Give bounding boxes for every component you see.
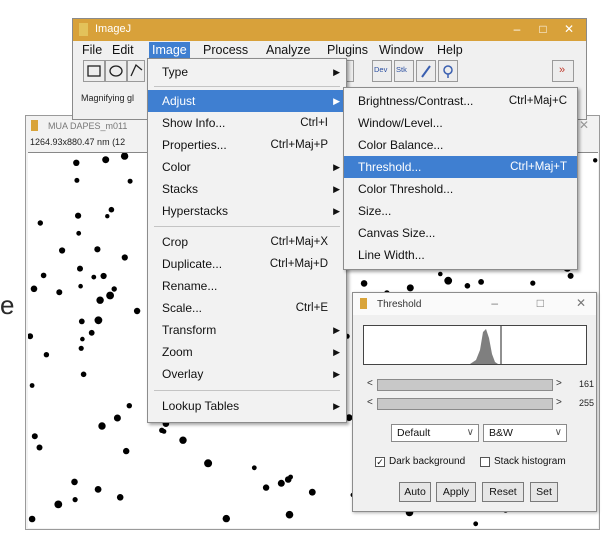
menu-file[interactable]: File (79, 42, 105, 58)
menu-item-threshold[interactable]: Threshold... Ctrl+Maj+T (344, 156, 577, 178)
submenu-arrow-icon: ▶ (333, 401, 340, 411)
histogram-plot (470, 326, 502, 364)
menu-process[interactable]: Process (200, 42, 251, 58)
submenu-arrow-icon: ▶ (333, 162, 340, 172)
submenu-arrow-icon: ▶ (333, 184, 340, 194)
threshold-method-select[interactable]: Default ∨ (391, 424, 479, 442)
menu-item-crop[interactable]: Crop Ctrl+Maj+X (148, 231, 346, 253)
page-fragment-text: e (0, 290, 15, 320)
dropper-tool-icon[interactable] (438, 60, 458, 82)
maximize-icon[interactable]: □ (537, 296, 544, 310)
stack-histogram-checkbox[interactable] (480, 457, 490, 467)
threshold-title: Threshold (377, 299, 422, 310)
close-icon[interactable]: ✕ (576, 296, 586, 310)
auto-button[interactable]: Auto (399, 482, 431, 502)
upper-threshold-slider[interactable] (377, 398, 553, 410)
upper-threshold-value: 255 (579, 398, 595, 408)
submenu-arrow-icon: ▶ (333, 96, 340, 106)
threshold-titlebar[interactable]: Threshold – □ ✕ (353, 293, 596, 315)
menu-edit[interactable]: Edit (109, 42, 137, 58)
minimize-icon[interactable]: – (491, 296, 498, 310)
more-tools-button[interactable]: » (552, 60, 574, 82)
menu-item-lookup-tables[interactable]: Lookup Tables ▶ (148, 395, 346, 417)
lower-threshold-slider[interactable] (377, 379, 553, 391)
menu-item-size[interactable]: Size... (344, 200, 577, 222)
submenu-arrow-icon: ▶ (333, 369, 340, 379)
set-button[interactable]: Set (530, 482, 558, 502)
menu-analyze[interactable]: Analyze (263, 42, 313, 58)
lower-slider-right-arrow-icon[interactable]: > (556, 378, 562, 389)
menu-item-show-info[interactable]: Show Info... Ctrl+I (148, 112, 346, 134)
menu-item-overlay[interactable]: Overlay ▶ (148, 363, 346, 385)
status-bar: Magnifying gl (81, 93, 135, 103)
menu-item-window-level[interactable]: Window/Level... (344, 112, 577, 134)
dark-background-label: Dark background (389, 456, 466, 467)
menu-item-line-width[interactable]: Line Width... (344, 244, 577, 266)
menu-window[interactable]: Window (376, 42, 426, 58)
pencil-tool-icon[interactable] (416, 60, 436, 82)
chevron-down-icon: ∨ (466, 427, 474, 438)
menu-item-brightness-contrast[interactable]: Brightness/Contrast... Ctrl+Maj+C (344, 90, 577, 112)
adjust-submenu: Brightness/Contrast... Ctrl+Maj+C Window… (343, 87, 578, 270)
lower-threshold-value: 161 (579, 379, 595, 389)
upper-slider-right-arrow-icon[interactable]: > (556, 397, 562, 408)
rectangle-tool-icon[interactable] (83, 60, 105, 82)
dev-tool-button[interactable]: Dev (372, 60, 392, 82)
separator (154, 226, 340, 227)
imagej-logo-icon (360, 298, 367, 309)
menu-item-stacks[interactable]: Stacks ▶ (148, 178, 346, 200)
submenu-arrow-icon: ▶ (333, 206, 340, 216)
separator (154, 390, 340, 391)
menu-item-scale[interactable]: Scale... Ctrl+E (148, 297, 346, 319)
lower-slider-left-arrow-icon[interactable]: < (367, 378, 373, 389)
submenu-arrow-icon: ▶ (333, 67, 340, 77)
minimize-icon[interactable]: – (510, 22, 524, 36)
threshold-dialog: Threshold – □ ✕ < > 161 < > 255 Default … (352, 292, 597, 512)
menu-item-adjust[interactable]: Adjust ▶ (148, 90, 346, 112)
menu-item-transform[interactable]: Transform ▶ (148, 319, 346, 341)
menu-bar: File Edit Image Process Analyze Plugins … (73, 41, 586, 59)
close-icon[interactable]: ✕ (562, 22, 576, 36)
image-info-line: 1264.93x880.47 nm (12 (30, 137, 126, 147)
upper-slider-left-arrow-icon[interactable]: < (367, 397, 373, 408)
menu-item-color-threshold[interactable]: Color Threshold... (344, 178, 577, 200)
imagej-logo-icon (79, 23, 88, 36)
apply-button[interactable]: Apply (436, 482, 476, 502)
image-window-title: MUA DAPES_m011 (48, 121, 128, 131)
menu-item-properties[interactable]: Properties... Ctrl+Maj+P (148, 134, 346, 156)
stk-tool-button[interactable]: Stk (394, 60, 414, 82)
reset-button[interactable]: Reset (482, 482, 524, 502)
submenu-arrow-icon: ▶ (333, 325, 340, 335)
menu-item-canvas-size[interactable]: Canvas Size... (344, 222, 577, 244)
imagej-title: ImageJ (95, 23, 132, 35)
close-icon[interactable]: ✕ (577, 118, 591, 132)
threshold-histogram (363, 325, 587, 365)
menu-help[interactable]: Help (434, 42, 466, 58)
chevron-down-icon: ∨ (554, 427, 562, 438)
polygon-tool-icon[interactable] (127, 60, 145, 82)
menu-item-color[interactable]: Color ▶ (148, 156, 346, 178)
menu-item-color-balance[interactable]: Color Balance... (344, 134, 577, 156)
menu-item-rename[interactable]: Rename... (148, 275, 346, 297)
separator (154, 86, 340, 87)
display-mode-select[interactable]: B&W ∨ (483, 424, 567, 442)
menu-plugins[interactable]: Plugins (324, 42, 371, 58)
oval-tool-icon[interactable] (105, 60, 127, 82)
menu-item-zoom[interactable]: Zoom ▶ (148, 341, 346, 363)
stack-histogram-label: Stack histogram (494, 456, 566, 467)
dark-background-checkbox[interactable]: ✓ (375, 457, 385, 467)
menu-image[interactable]: Image (149, 42, 190, 58)
image-menu: Type ▶ Adjust ▶ Show Info... Ctrl+I Prop… (147, 58, 347, 423)
imagej-logo-icon (31, 120, 38, 131)
menu-item-type[interactable]: Type ▶ (148, 61, 346, 83)
submenu-arrow-icon: ▶ (333, 347, 340, 357)
menu-item-duplicate[interactable]: Duplicate... Ctrl+Maj+D (148, 253, 346, 275)
menu-item-hyperstacks[interactable]: Hyperstacks ▶ (148, 200, 346, 222)
maximize-icon[interactable]: □ (536, 22, 550, 36)
imagej-titlebar[interactable]: ImageJ – □ ✕ (73, 19, 586, 41)
